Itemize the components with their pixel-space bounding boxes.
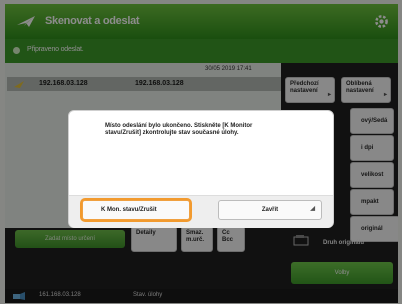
dialog-message: Místo odeslání bylo ukončeno. Stiskněte … — [105, 123, 253, 136]
corner-icon: ◢ — [310, 206, 315, 212]
close-label: Zavřít — [261, 207, 279, 213]
close-dialog-button[interactable]: Zavřít ◢ — [218, 200, 322, 220]
monitor-status-cancel-button[interactable]: K Mon. stavu/Zrušit — [82, 200, 190, 220]
